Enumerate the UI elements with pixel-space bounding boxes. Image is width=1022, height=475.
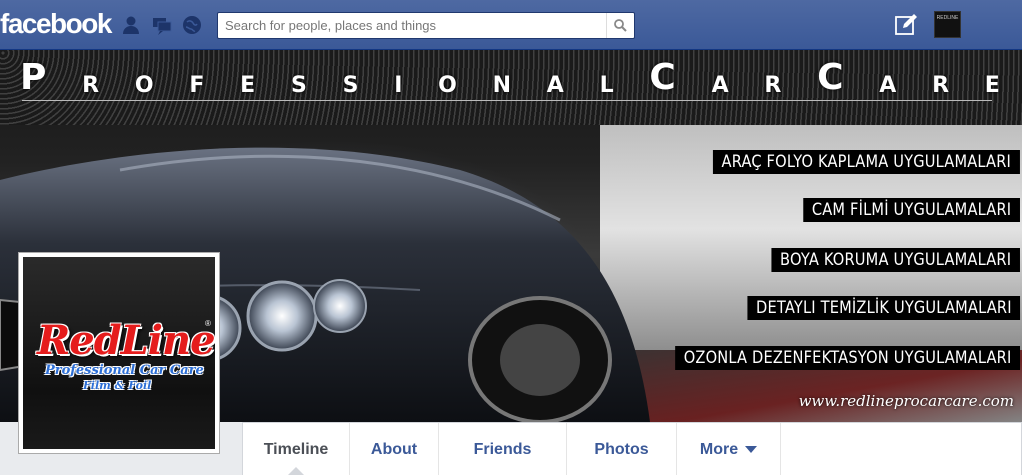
title-letter: S — [342, 73, 359, 98]
title-letter: C — [649, 57, 676, 98]
user-avatar[interactable]: REDLINE — [934, 11, 961, 38]
service-item: ARAÇ FOLYO KAPLAMA UYGULAMALARI — [713, 150, 1020, 174]
tab-label: Photos — [594, 440, 649, 458]
title-letter: R — [764, 73, 782, 98]
cover-title: PROFESSIONALCARCARE — [20, 57, 1000, 98]
redline-logo: RedLine ® Professional Car Care Film & F… — [23, 257, 215, 449]
profile-tab-bar: Timeline About Friends Photos More — [242, 422, 1022, 475]
tab-timeline[interactable]: Timeline — [243, 423, 350, 475]
logo-text: RedLine — [37, 317, 215, 364]
search-input[interactable] — [218, 13, 608, 38]
friend-requests-icon[interactable] — [120, 14, 142, 36]
tab-label: About — [370, 440, 418, 458]
website-url: www.redlineprocarcare.com — [798, 392, 1014, 410]
notifications-icon[interactable] — [181, 14, 203, 36]
title-letter: A — [546, 73, 564, 98]
service-item: OZONLA DEZENFEKTASYON UYGULAMALARI — [675, 346, 1020, 370]
title-letter: E — [240, 73, 256, 98]
logo-subtitle: Professional Car Care — [45, 363, 204, 378]
title-letter: A — [711, 73, 729, 98]
profile-picture[interactable]: RedLine ® Professional Car Care Film & F… — [18, 252, 220, 454]
tab-photos[interactable]: Photos — [567, 423, 677, 475]
tab-about[interactable]: About — [350, 423, 439, 475]
title-letter: O — [134, 73, 154, 98]
title-letter: F — [189, 73, 205, 98]
compose-icon[interactable] — [894, 13, 918, 37]
chevron-down-icon — [745, 446, 758, 453]
service-item: BOYA KORUMA UYGULAMALARI — [771, 248, 1020, 272]
title-underline — [22, 100, 992, 101]
title-letter: O — [438, 73, 457, 98]
title-letter: E — [984, 73, 1000, 98]
tab-label: Timeline — [263, 440, 329, 458]
facebook-logo[interactable]: facebook — [0, 8, 112, 40]
search-button[interactable] — [606, 13, 634, 38]
title-letter: S — [290, 73, 307, 98]
tab-more[interactable]: More — [677, 423, 781, 475]
tab-label: Friends — [473, 440, 532, 458]
service-item: DETAYLI TEMİZLİK UYGULAMALARI — [747, 296, 1020, 320]
title-letter: I — [394, 73, 403, 98]
title-letter: R — [82, 73, 100, 98]
title-letter: P — [20, 57, 47, 98]
tab-friends[interactable]: Friends — [439, 423, 567, 475]
tab-label: More — [699, 440, 739, 458]
search-icon — [614, 19, 627, 32]
registered-mark: ® — [205, 319, 211, 328]
messages-icon[interactable] — [151, 14, 173, 36]
logo-subtitle-2: Film & Foil — [83, 379, 152, 392]
title-letter: C — [817, 57, 844, 98]
service-item: CAM FİLMİ UYGULAMALARI — [803, 198, 1020, 222]
title-letter: R — [932, 73, 950, 98]
top-navigation-bar: facebook REDLINE — [0, 0, 1022, 50]
search-box[interactable] — [217, 12, 635, 39]
title-letter: L — [599, 73, 614, 98]
title-letter: N — [492, 73, 512, 98]
title-letter: A — [879, 73, 897, 98]
